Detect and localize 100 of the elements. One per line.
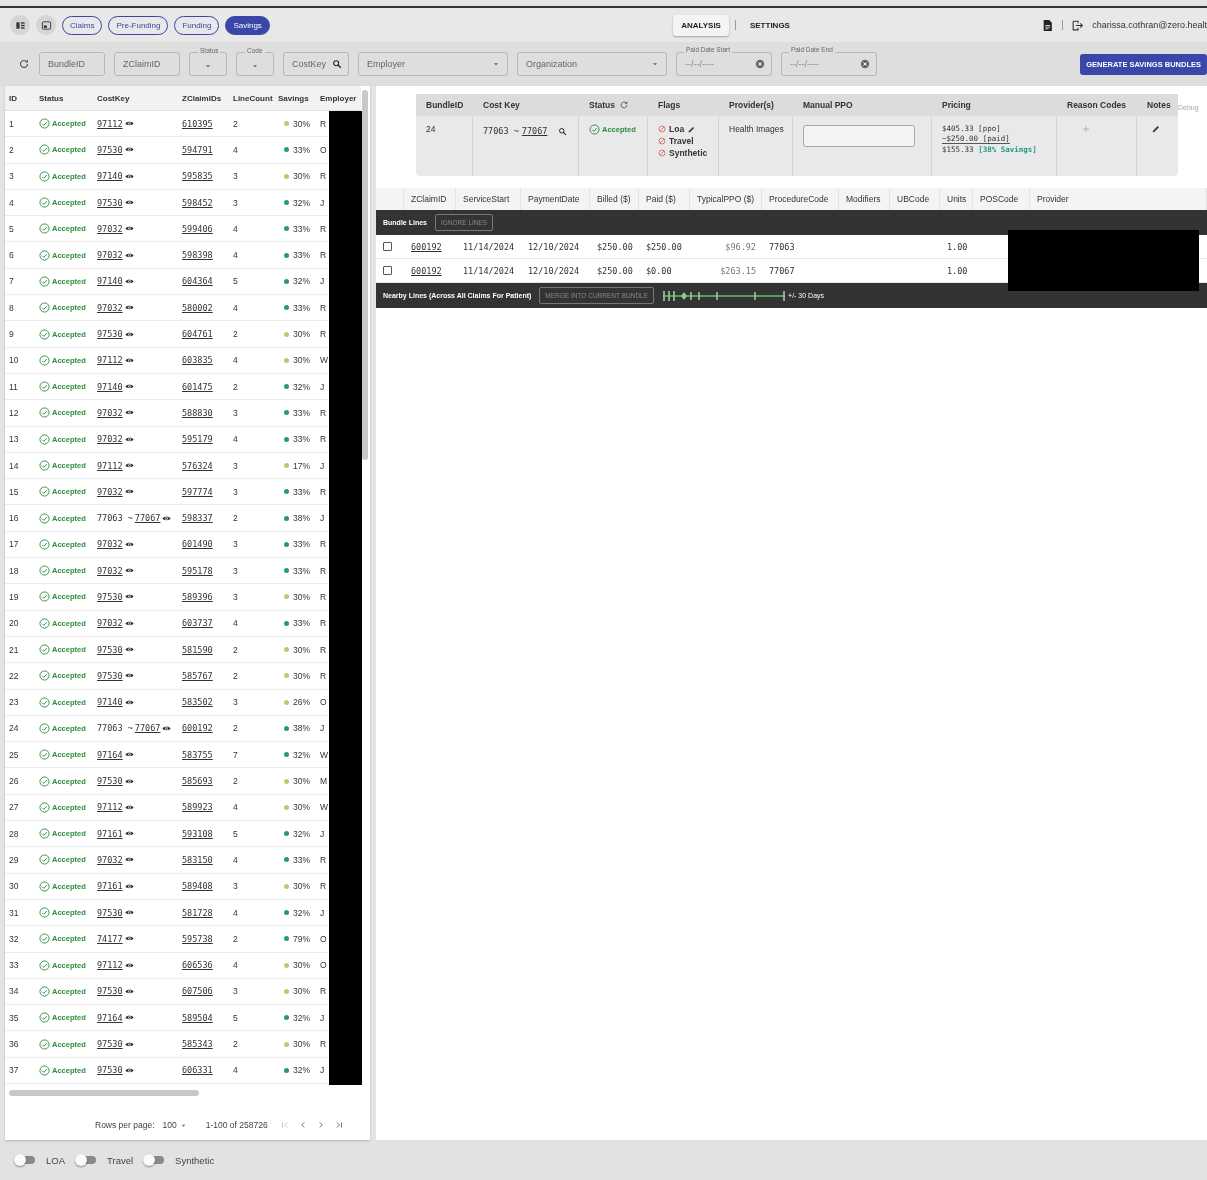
- checkbox[interactable]: [383, 266, 392, 275]
- cost-key-link[interactable]: 97530: [97, 329, 123, 339]
- claim-id-link[interactable]: 598337: [182, 513, 213, 524]
- claim-id-link[interactable]: 593108: [182, 828, 213, 839]
- dropdown-field[interactable]: Organization: [517, 52, 667, 76]
- cost-key-link[interactable]: 97140: [97, 276, 123, 287]
- clear-icon[interactable]: [860, 59, 870, 69]
- cost-key-link[interactable]: 97530: [97, 644, 123, 655]
- cost-key-link[interactable]: 97032: [97, 854, 123, 865]
- claim-id-link[interactable]: 599406: [182, 223, 213, 234]
- cost-key-link[interactable]: 97032: [97, 302, 123, 313]
- cost-key-link[interactable]: 97140: [97, 381, 123, 392]
- cost-key-link[interactable]: 97112: [97, 355, 123, 366]
- claim-id-link[interactable]: 603737: [182, 618, 213, 629]
- toggle-switch[interactable]: [75, 1154, 97, 1166]
- claim-id-link[interactable]: 604364: [182, 276, 213, 287]
- cost-key-link[interactable]: 97530: [97, 1065, 123, 1076]
- claim-id-link[interactable]: 595738: [182, 933, 213, 944]
- claim-id-link[interactable]: 610395: [182, 118, 213, 129]
- toggle-switch[interactable]: [143, 1154, 166, 1166]
- claim-id-link[interactable]: 594791: [182, 144, 213, 155]
- claim-id-link[interactable]: 600192: [411, 265, 442, 276]
- cost-key-link[interactable]: 77067: [521, 126, 548, 136]
- cost-key-link[interactable]: 97530: [97, 197, 123, 208]
- cost-key-link[interactable]: 97164: [97, 1012, 123, 1023]
- claim-id-link[interactable]: 581590: [182, 644, 213, 655]
- claim-id-link[interactable]: 598398: [182, 250, 213, 261]
- cost-key-link[interactable]: 97161: [97, 881, 123, 892]
- search-field[interactable]: CostKey: [283, 52, 349, 76]
- nav-tab[interactable]: ANALYSIS: [673, 14, 729, 36]
- cost-key-link[interactable]: 97112: [97, 802, 123, 813]
- cost-key-link[interactable]: 97032: [97, 565, 123, 576]
- cost-key-link[interactable]: 97032: [97, 250, 123, 261]
- eye-icon[interactable]: [124, 461, 134, 470]
- claim-id-link[interactable]: 589408: [182, 881, 213, 892]
- claim-id-link[interactable]: 600192: [182, 723, 213, 734]
- pencil-icon[interactable]: [687, 124, 697, 134]
- claim-id-link[interactable]: 583502: [182, 697, 213, 708]
- claim-id-link[interactable]: 580002: [182, 302, 213, 313]
- claim-id-link[interactable]: 589923: [182, 802, 213, 813]
- claim-id-link[interactable]: 607506: [182, 986, 213, 997]
- claim-id-link[interactable]: 595179: [182, 434, 213, 445]
- cost-key-link[interactable]: 97032: [97, 434, 123, 445]
- panel-view-button[interactable]: [36, 15, 56, 35]
- pencil-icon[interactable]: [1151, 124, 1161, 134]
- claim-id-link[interactable]: 598452: [182, 197, 213, 208]
- cost-key-link[interactable]: 97140: [97, 171, 123, 182]
- filter-field[interactable]: BundleID: [39, 52, 105, 76]
- claim-id-link[interactable]: 606331: [182, 1065, 213, 1076]
- refresh-icon[interactable]: [619, 100, 629, 110]
- refresh-icon[interactable]: [18, 58, 30, 70]
- claim-id-link[interactable]: 585767: [182, 670, 213, 681]
- cost-key-link[interactable]: 97161: [97, 828, 123, 839]
- cost-key-link[interactable]: 77067: [134, 513, 161, 524]
- claim-id-link[interactable]: 585343: [182, 1039, 213, 1050]
- search-icon[interactable]: [332, 59, 342, 69]
- rows-per-page-select[interactable]: 100: [162, 1120, 188, 1130]
- manual-ppo-field[interactable]: [803, 125, 915, 147]
- claim-id-link[interactable]: 604761: [182, 329, 213, 339]
- cost-key-link[interactable]: 97112: [97, 460, 123, 471]
- claim-id-link[interactable]: 601475: [182, 381, 213, 392]
- columns-view-button[interactable]: [10, 15, 30, 35]
- cost-key-link[interactable]: 97032: [97, 486, 123, 497]
- cost-key-link[interactable]: 97530: [97, 776, 123, 787]
- cost-key-link[interactable]: 77067: [134, 723, 161, 734]
- claim-id-link[interactable]: 603835: [182, 355, 213, 366]
- claim-id-link[interactable]: 583755: [182, 749, 213, 760]
- dropdown-field[interactable]: Employer: [358, 52, 508, 76]
- claim-id-link[interactable]: 581728: [182, 907, 213, 918]
- cost-key-link[interactable]: 97140: [97, 697, 123, 708]
- clear-icon[interactable]: [755, 59, 765, 69]
- toggle-switch[interactable]: [14, 1154, 36, 1166]
- checkbox[interactable]: [383, 242, 392, 251]
- search-icon[interactable]: [558, 126, 568, 136]
- logout-icon[interactable]: [1071, 18, 1085, 32]
- claim-id-link[interactable]: 585693: [182, 776, 213, 787]
- claim-id-link[interactable]: 595178: [182, 565, 213, 576]
- cost-key-link[interactable]: 97112: [97, 960, 123, 971]
- tab[interactable]: Savings: [225, 15, 270, 35]
- cost-key-link[interactable]: 74177: [97, 933, 123, 944]
- cost-key-link[interactable]: 97032: [97, 407, 123, 418]
- claim-id-link[interactable]: 589396: [182, 592, 213, 602]
- claim-id-link[interactable]: 576324: [182, 460, 213, 471]
- cost-key-link[interactable]: 97530: [97, 592, 123, 602]
- nav-tab[interactable]: SETTINGS: [741, 14, 798, 36]
- claim-id-link[interactable]: 601490: [182, 539, 213, 550]
- claim-id-link[interactable]: 597774: [182, 486, 213, 497]
- claim-id-link[interactable]: 589504: [182, 1012, 213, 1023]
- claim-id-link[interactable]: 606536: [182, 960, 213, 971]
- claim-id-link[interactable]: 600192: [411, 241, 442, 252]
- claim-id-link[interactable]: 595835: [182, 171, 213, 182]
- cost-key-link[interactable]: 97530: [97, 144, 123, 155]
- cost-key-link[interactable]: 97530: [97, 1039, 123, 1050]
- claim-id-link[interactable]: 583150: [182, 854, 213, 865]
- cost-key-link[interactable]: 97032: [97, 618, 123, 629]
- cost-key-link[interactable]: 97530: [97, 907, 123, 918]
- filter-field[interactable]: ZClaimID: [114, 52, 180, 76]
- cost-key-link[interactable]: 97032: [97, 223, 123, 234]
- cost-key-link[interactable]: 97112: [97, 118, 123, 129]
- claim-id-link[interactable]: 588830: [182, 407, 213, 418]
